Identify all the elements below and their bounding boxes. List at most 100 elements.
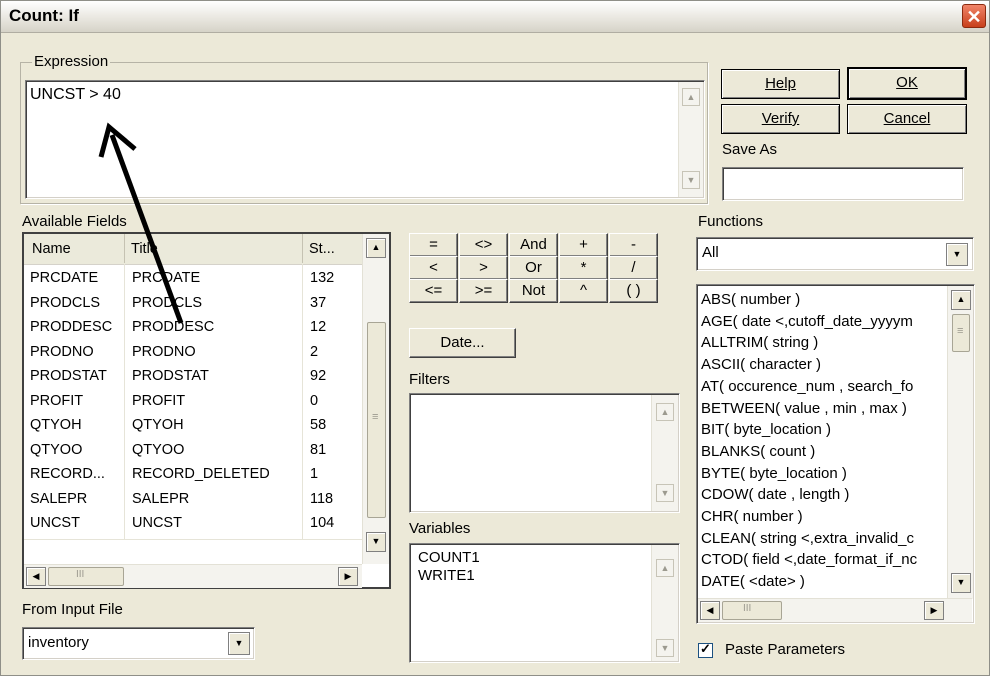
column-header-start[interactable]: St...: [303, 234, 361, 263]
table-row[interactable]: QTYOH QTYOH 58: [24, 415, 362, 439]
column-header-name[interactable]: Name: [24, 234, 125, 263]
variables-scrollbar[interactable]: ▲ ▼: [651, 545, 678, 661]
field-start-cell: 12: [310, 319, 327, 335]
function-item[interactable]: AGE( date <,cutoff_date_yyyym: [701, 311, 949, 333]
table-row[interactable]: PROFIT PROFIT 0: [24, 391, 362, 415]
scroll-right-icon[interactable]: ▶: [924, 601, 944, 620]
row-divider: [24, 539, 362, 540]
operator-less-than-button[interactable]: <: [409, 256, 458, 280]
operator-greater-than-button[interactable]: >: [459, 256, 508, 280]
operator-greater-equal-button[interactable]: >=: [459, 279, 508, 303]
scroll-up-icon[interactable]: ▲: [656, 403, 674, 421]
field-name-cell: PROFIT: [30, 392, 84, 409]
help-button[interactable]: Help: [721, 69, 840, 99]
functions-vertical-scrollbar[interactable]: ▲ ≡ ▼: [947, 286, 973, 599]
variables-label: Variables: [409, 520, 471, 537]
variable-item[interactable]: WRITE1: [418, 566, 475, 586]
close-icon: ✕: [966, 7, 982, 27]
table-row[interactable]: PRCDATE PRCDATE 132: [24, 268, 362, 292]
operator-equals-button[interactable]: =: [409, 233, 458, 257]
function-item[interactable]: CLEAN( string <,extra_invalid_c: [701, 528, 949, 550]
verify-button[interactable]: Verify: [721, 104, 840, 134]
function-item[interactable]: BIT( byte_location ): [701, 419, 949, 441]
operator-or-button[interactable]: Or: [509, 256, 558, 280]
scroll-down-icon[interactable]: ▼: [682, 171, 700, 189]
scroll-down-icon[interactable]: ▼: [951, 573, 971, 593]
operator-less-equal-button[interactable]: <=: [409, 279, 458, 303]
expression-textarea[interactable]: UNCST > 40 ▲ ▼: [25, 80, 705, 199]
filters-list[interactable]: ▲ ▼: [409, 393, 680, 513]
field-start-cell: 0: [310, 392, 319, 409]
close-button[interactable]: ✕: [962, 4, 986, 28]
scroll-thumb[interactable]: ≡: [952, 314, 970, 352]
function-item[interactable]: CTOD( field <,date_format_if_nc: [701, 549, 949, 571]
paste-parameters-label: Paste Parameters: [725, 641, 846, 658]
paste-parameters-checkbox[interactable]: ✓: [698, 641, 713, 658]
table-row[interactable]: PRODDESC PRODDESC 12: [24, 317, 362, 341]
expression-scrollbar[interactable]: ▲ ▼: [678, 82, 703, 197]
scroll-thumb[interactable]: ≡: [367, 322, 386, 518]
scroll-down-icon[interactable]: ▼: [656, 639, 674, 657]
scroll-down-icon[interactable]: ▼: [656, 484, 674, 502]
function-item[interactable]: ALLTRIM( string ): [701, 332, 949, 354]
horizontal-scroll-thumb[interactable]: III: [48, 567, 124, 586]
table-row[interactable]: PRODNO PRODNO 2: [24, 342, 362, 366]
scroll-up-icon[interactable]: ▲: [656, 559, 674, 577]
functions-label: Functions: [698, 213, 764, 230]
cancel-button[interactable]: Cancel: [847, 104, 967, 134]
function-item[interactable]: BLANKS( count ): [701, 441, 949, 463]
operator-not-button[interactable]: Not: [509, 279, 558, 303]
scroll-down-icon[interactable]: ▼: [366, 532, 386, 552]
table-row[interactable]: RECORD... RECORD_DELETED 1: [24, 464, 362, 488]
operator-and-button[interactable]: And: [509, 233, 558, 257]
scroll-up-icon[interactable]: ▲: [951, 290, 971, 310]
table-row[interactable]: PRODCLS PRODCLS 37: [24, 293, 362, 317]
table-row[interactable]: UNCST UNCST 104: [24, 513, 362, 537]
horizontal-scroll-thumb[interactable]: III: [722, 601, 782, 620]
functions-horizontal-scrollbar[interactable]: ◀ III ▶: [698, 598, 972, 622]
save-as-input[interactable]: [722, 167, 964, 201]
date-button[interactable]: Date...: [409, 328, 516, 358]
functions-items: ABS( number ) AGE( date <,cutoff_date_yyy…: [701, 289, 949, 592]
scroll-left-icon[interactable]: ◀: [26, 567, 46, 586]
operator-power-button[interactable]: ^: [559, 279, 608, 303]
function-item[interactable]: CDOW( date , length ): [701, 484, 949, 506]
operator-plus-button[interactable]: +: [559, 233, 608, 257]
operator-not-equal-button[interactable]: <>: [459, 233, 508, 257]
scroll-right-icon[interactable]: ▶: [338, 567, 358, 586]
input-file-select[interactable]: inventory ▼: [22, 627, 255, 660]
operator-parentheses-button[interactable]: ( ): [609, 279, 658, 303]
operator-multiply-button[interactable]: *: [559, 256, 608, 280]
fields-vertical-scrollbar[interactable]: ▲ ≡ ▼: [362, 234, 389, 564]
variable-item[interactable]: COUNT1: [418, 548, 480, 568]
function-item[interactable]: AT( occurence_num , search_fo: [701, 376, 949, 398]
operator-divide-button[interactable]: /: [609, 256, 658, 280]
ok-button[interactable]: OK: [847, 67, 967, 100]
filters-scrollbar[interactable]: ▲ ▼: [651, 395, 678, 511]
available-fields-label: Available Fields: [22, 213, 127, 230]
available-fields-list[interactable]: Name Title St... PRCDATE PRCDATE 132 PRODCL…: [22, 232, 391, 589]
variables-list[interactable]: COUNT1 WRITE1 ▲ ▼: [409, 543, 680, 663]
operator-minus-button[interactable]: -: [609, 233, 658, 257]
table-row[interactable]: PRODSTAT PRODSTAT 92: [24, 366, 362, 390]
chevron-down-icon[interactable]: ▼: [946, 243, 968, 266]
column-header-title[interactable]: Title: [125, 234, 303, 263]
function-item[interactable]: ABS( number ): [701, 289, 949, 311]
table-row[interactable]: SALEPR SALEPR 118: [24, 489, 362, 513]
fields-horizontal-scrollbar[interactable]: ◀ III ▶: [24, 564, 362, 588]
function-item[interactable]: BYTE( byte_location ): [701, 463, 949, 485]
table-row[interactable]: QTYOO QTYOO 81: [24, 440, 362, 464]
function-item[interactable]: DATE( <date> ): [701, 571, 949, 592]
field-title-cell: PRODSTAT: [132, 368, 209, 384]
functions-category-select[interactable]: All ▼: [696, 237, 974, 271]
scroll-left-icon[interactable]: ◀: [700, 601, 720, 620]
scroll-up-icon[interactable]: ▲: [366, 238, 386, 258]
scroll-up-icon[interactable]: ▲: [682, 88, 700, 106]
field-name-cell: PRODDESC: [30, 319, 113, 335]
title-bar: Count: If ✕: [1, 1, 989, 33]
function-item[interactable]: ASCII( character ): [701, 354, 949, 376]
chevron-down-icon[interactable]: ▼: [228, 632, 250, 655]
functions-list[interactable]: ABS( number ) AGE( date <,cutoff_date_yyy…: [696, 284, 975, 624]
function-item[interactable]: CHR( number ): [701, 506, 949, 528]
function-item[interactable]: BETWEEN( value , min , max ): [701, 398, 949, 420]
